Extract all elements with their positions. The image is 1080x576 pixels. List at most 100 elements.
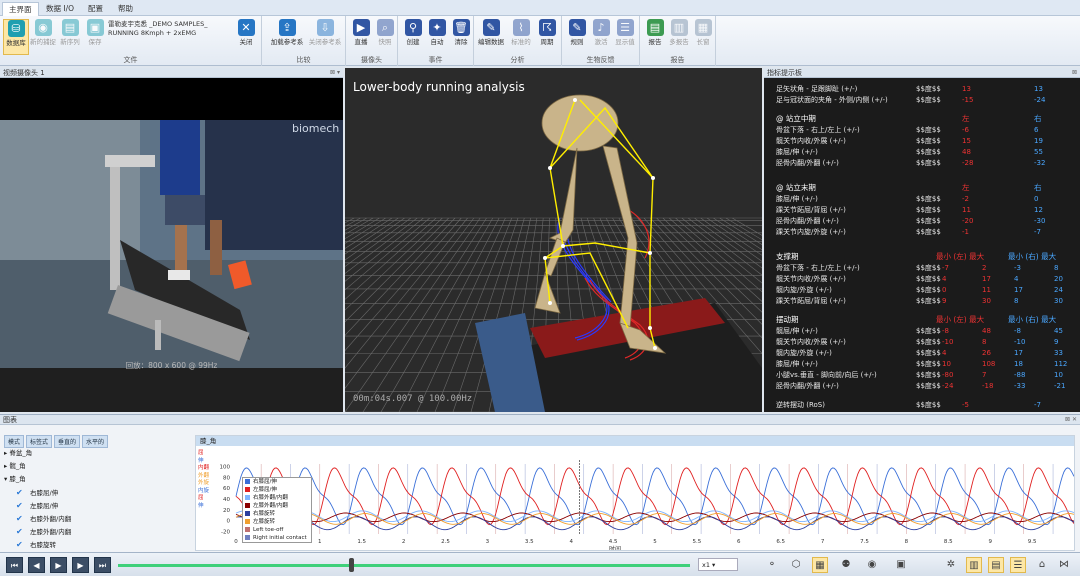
- clear-events-button[interactable]: 🗑 清除: [448, 19, 474, 55]
- metric-row: 膝屈/伸 (+/-) $$度$$ 10 108 18 112: [776, 360, 1068, 368]
- snapshot-button[interactable]: ⌕ 快照: [372, 19, 398, 55]
- close-reference-button[interactable]: ⇩ 关闭参考系: [308, 19, 342, 55]
- window-icon: ▦: [694, 19, 712, 36]
- tree-item-left-knee-flex[interactable]: ✔ 左膝屈/伸: [4, 499, 189, 512]
- capture-icon: ◉: [34, 19, 52, 36]
- legend-label: 右膝旋转: [253, 511, 276, 517]
- close-button[interactable]: ✕ 关闭: [233, 19, 259, 55]
- auto-event-button[interactable]: ✦ 自动: [424, 19, 450, 55]
- chart-header: 膝_角: [196, 436, 1074, 446]
- save-button[interactable]: ▣ 保存: [82, 19, 108, 55]
- new-capture-button[interactable]: ◉ 新的捕捉: [30, 19, 56, 55]
- x-tick-label: 2.5: [441, 539, 450, 545]
- x-tick-label: 4: [569, 539, 573, 545]
- step-back-button[interactable]: ◀: [28, 557, 45, 573]
- live-button[interactable]: ▶ 直播: [348, 19, 374, 55]
- tab-help[interactable]: 帮助: [112, 2, 139, 16]
- markers-icon[interactable]: ⚬: [764, 557, 780, 573]
- long-window-button[interactable]: ▦ 长窗: [690, 19, 716, 55]
- speed-select[interactable]: x1 ▾: [698, 558, 738, 571]
- metric-row: 胫骨内翻/外翻 (+/-) $$度$$ -20 -30: [776, 217, 1046, 225]
- legend-swatch: [245, 487, 250, 492]
- bar-chart-icon[interactable]: ▥: [966, 557, 982, 573]
- ribbon: ⛁ 数据库 ◉ 新的捕捉 ▤ 新序列 ▣ 保存 雷勒麦宇克悉 _DEMO SAMPLES…: [0, 16, 1080, 66]
- tree-item-right-knee-rotation[interactable]: ✔ 右膝旋转: [4, 538, 189, 551]
- ribbon-tabs: 主界面 数据 I/O 配置 帮助: [0, 0, 1080, 16]
- tree-group-knee[interactable]: ▾ 膝_角: [4, 473, 189, 486]
- create-event-button[interactable]: ⚲ 创建: [400, 19, 426, 55]
- legend-item: Left toe-off: [243, 526, 311, 534]
- play-button[interactable]: ▶: [50, 557, 67, 573]
- step-forward-button[interactable]: ▶: [72, 557, 89, 573]
- x-tick-label: 4.5: [609, 539, 618, 545]
- tree-group-pelvis[interactable]: ▸ 脊盆_角: [4, 447, 189, 460]
- runner-icon: ☈: [538, 19, 556, 36]
- load-reference-button[interactable]: ⇪ 加载参考系: [270, 19, 304, 55]
- metric-section-header: @ 站立中期左右: [776, 114, 1042, 123]
- tab-data-io[interactable]: 数据 I/O: [40, 2, 80, 16]
- skeleton-icon[interactable]: ⚉: [838, 557, 854, 573]
- report-button[interactable]: ▤ 报告: [642, 19, 668, 55]
- normative-button[interactable]: ⌇ 标准的: [508, 19, 534, 55]
- x-tick-label: 5.5: [693, 539, 702, 545]
- pin-icon[interactable]: ⊠ ✕: [1065, 415, 1077, 425]
- cycle-button[interactable]: ☈ 周期: [534, 19, 560, 55]
- series-line: [235, 510, 1074, 523]
- grid-icon[interactable]: ▦: [812, 557, 828, 573]
- new-sequence-button[interactable]: ▤ 新序列: [57, 19, 83, 55]
- metric-section-header: 摆动期 最小 (左) 最大 最小 (右) 最大: [776, 315, 1057, 324]
- chart-legend: 右膝屈/伸 左膝屈/伸 右膝外翻/内翻 左膝外翻/内翻 右膝旋转 左膝旋转 Left toe…: [242, 477, 312, 543]
- skip-start-button[interactable]: ⏮: [6, 557, 23, 573]
- load-icon: ⇪: [278, 19, 296, 36]
- metric-row: 膝屈/伸 (+/-) $$度$$ 48 55: [776, 148, 1043, 156]
- checkmark-icon: ✔: [16, 488, 23, 497]
- 3d-skeleton-view[interactable]: Lower-body running analysis 00m:04s.007 …: [345, 68, 762, 412]
- metric-row: 髋内旋/外旋 (+/-) $$度$$ 4 26 17 33: [776, 349, 1063, 357]
- 3d-scene: [345, 94, 762, 412]
- pin-icon[interactable]: ⊠: [1072, 68, 1077, 78]
- tree-item-right-knee-varus[interactable]: ✔ 右膝外翻/内翻: [4, 512, 189, 525]
- thermometer-icon[interactable]: ⌂: [1034, 557, 1050, 573]
- metric-row: 骨盆下落 - 右上/左上 (+/-) $$度$$ -6 6: [776, 126, 1039, 134]
- legend-item: 右膝旋转: [243, 510, 311, 518]
- settings-icon[interactable]: ✲: [943, 557, 959, 573]
- cube-icon[interactable]: ⬡: [788, 557, 804, 573]
- list-view-icon[interactable]: ☰: [1010, 557, 1026, 573]
- skip-end-button[interactable]: ⏭: [94, 557, 111, 573]
- tab-config[interactable]: 配置: [82, 2, 109, 16]
- rules-button[interactable]: ✎ 规则: [564, 19, 590, 55]
- group-compare: ⇪ 加载参考系 ⇩ 关闭参考系 比较: [262, 16, 346, 66]
- knee-angle-chart[interactable]: 膝_角 100806040200-2000.511.522.533.544.55…: [195, 435, 1075, 551]
- series-line: [235, 516, 1074, 531]
- metric-row: 骨盆下落 - 右上/左上 (+/-) $$度$$ -7 2 -3 8: [776, 264, 1059, 272]
- tree-item-left-knee-varus[interactable]: ✔ 左膝外翻/内翻: [4, 525, 189, 538]
- database-button[interactable]: ⛁ 数据库: [3, 19, 29, 55]
- app-window: { "tabs":["主界面","数据 I/O","配置","帮助"], "ri…: [0, 0, 1080, 576]
- eye-icon[interactable]: ◉: [864, 557, 880, 573]
- edit-data-button[interactable]: ✎ 编辑数据: [478, 19, 504, 55]
- tab-main[interactable]: 主界面: [2, 2, 39, 16]
- x-tick-label: 3.5: [525, 539, 534, 545]
- y-tick-label: 40: [223, 497, 230, 503]
- x-tick-label: 8.5: [944, 539, 953, 545]
- camera-view-icon[interactable]: ▤: [988, 557, 1004, 573]
- chart-panel-title: 图表 ⊠ ✕: [0, 415, 1080, 425]
- bell-icon: ♪: [592, 19, 610, 36]
- side-label: 屈: [198, 495, 204, 501]
- multi-report-button[interactable]: ▥ 多报告: [666, 19, 692, 55]
- layout-icon[interactable]: ▣: [893, 557, 909, 573]
- channel-tree: ▸ 脊盆_角 ▸ 髋_角 ▾ 膝_角 ✔ 右膝屈/伸 ✔ 左膝屈/伸 ✔ 右膝外翻/内…: [4, 447, 189, 551]
- trash-icon: 🗑: [452, 19, 470, 36]
- tree-item-right-knee-flex[interactable]: ✔ 右膝屈/伸: [4, 486, 189, 499]
- bowtie-icon[interactable]: ⋈: [1056, 557, 1072, 573]
- report-icon: ▤: [646, 19, 664, 36]
- group-biofeedback: ✎ 规则 ♪ 激活 ☰ 显示值 生物反馈: [562, 16, 640, 66]
- timeline-slider[interactable]: [118, 564, 690, 567]
- show-values-button[interactable]: ☰ 显示值: [612, 19, 638, 55]
- activate-button[interactable]: ♪ 激活: [588, 19, 614, 55]
- pin-icon[interactable]: ⊠ ▾: [330, 68, 340, 78]
- timeline-handle[interactable]: [349, 558, 354, 572]
- x-tick-label: 7: [821, 539, 825, 545]
- tree-group-hip[interactable]: ▸ 髋_角: [4, 460, 189, 473]
- legend-item: 左膝旋转: [243, 518, 311, 526]
